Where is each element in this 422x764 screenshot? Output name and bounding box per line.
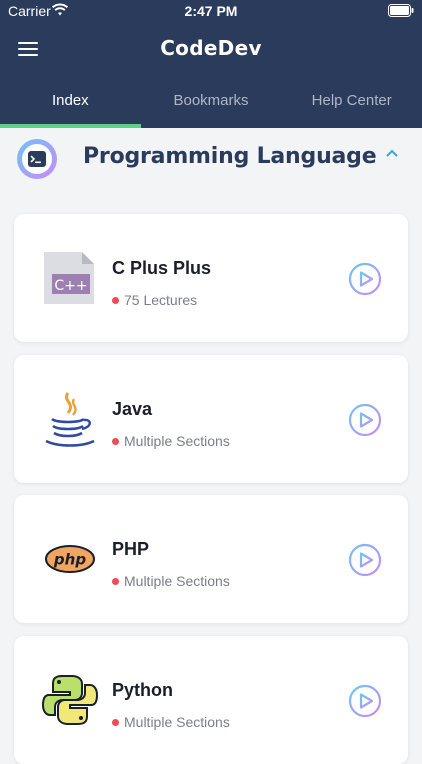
python-logo-icon [41,675,99,725]
course-card-cpp[interactable]: C++ C Plus Plus 75 Lectures [14,214,408,342]
tab-indicator [0,124,141,128]
play-icon[interactable] [348,262,382,296]
course-title: Java [112,399,153,419]
status-dot [112,297,119,304]
tab-label: Index [51,92,89,109]
status-dot [112,438,119,445]
php-logo-text: php [53,551,86,569]
java-coffee-icon [45,392,95,447]
battery-icon [388,4,414,17]
app-title: CodeDev [160,36,262,60]
course-card-python[interactable]: Python Multiple Sections [14,636,408,764]
course-title: PHP [112,539,150,559]
status-dot [112,719,119,726]
status-bar: Carrier 2:47 PM [0,0,422,22]
terminal-icon [17,139,57,179]
cpp-file-icon: C++ [44,252,94,304]
status-time: 2:47 PM [184,3,238,19]
course-title: C Plus Plus [112,258,212,278]
status-dot [112,578,119,585]
chevron-up-icon[interactable] [384,148,400,160]
course-card-php[interactable]: php PHP Multiple Sections [14,495,408,623]
app-header: Carrier 2:47 PM CodeDev Index Bookmarks … [0,0,422,128]
course-subtitle: Multiple Sections [112,573,230,589]
tab-label: Help Center [311,92,392,109]
php-logo-icon: php [45,545,95,573]
course-subtitle: Multiple Sections [112,714,230,730]
tab-help-center[interactable]: Help Center [281,80,422,128]
section-title: Programming Language [83,144,377,169]
course-card-java[interactable]: Java Multiple Sections [14,355,408,483]
course-subtitle: Multiple Sections [112,433,230,449]
tab-bar: Index Bookmarks Help Center [0,80,422,128]
tab-label: Bookmarks [173,92,249,109]
play-icon[interactable] [348,403,382,437]
cpp-logo-text: C++ [54,278,87,294]
tab-bookmarks[interactable]: Bookmarks [141,80,282,128]
course-subtitle: 75 Lectures [112,292,197,308]
tab-index[interactable]: Index [0,80,141,128]
play-icon[interactable] [348,684,382,718]
course-title: Python [112,680,173,700]
play-icon[interactable] [348,543,382,577]
section-header[interactable]: Programming Language [0,130,422,190]
